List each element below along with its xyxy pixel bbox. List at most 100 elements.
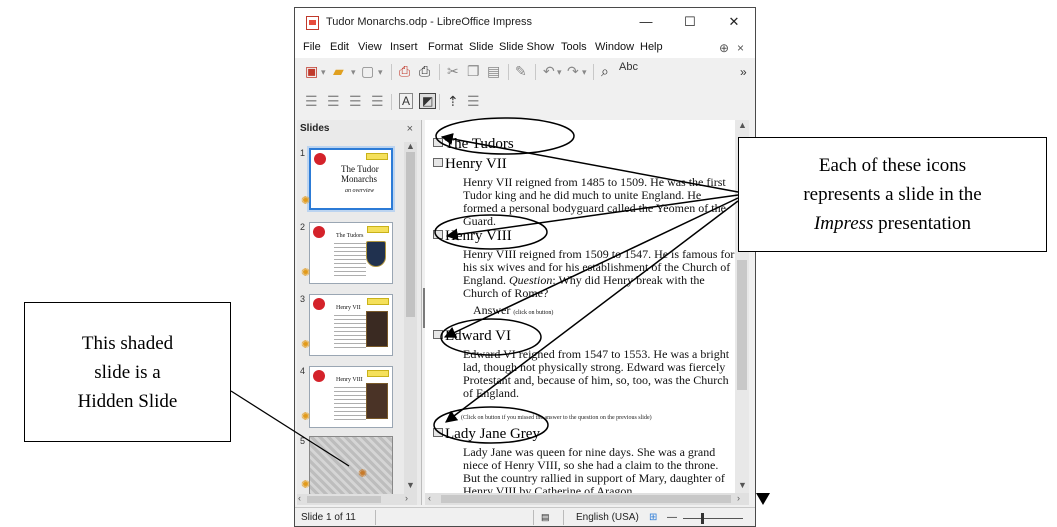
scroll-right-icon[interactable]: ›: [405, 493, 408, 503]
answer-note: (click on button): [513, 310, 554, 316]
callout-text: Impress presentation: [739, 209, 1046, 238]
outline-slide-body[interactable]: Edward VI reigned from 1547 to 1553. He …: [463, 348, 735, 400]
menu-tools[interactable]: Tools: [561, 41, 587, 53]
slide-thumbnail-4[interactable]: Henry VIII: [309, 366, 393, 428]
print-icon[interactable]: ⎙: [419, 63, 430, 80]
zoom-slider-track[interactable]: [683, 518, 743, 519]
callout-text: slide is a: [94, 362, 161, 383]
title-bar: Tudor Monarchs.odp - LibreOffice Impress…: [295, 8, 755, 38]
open-folder-icon[interactable]: ▰: [333, 63, 344, 80]
outline-slide-body[interactable]: Henry VIII reigned from 1509 to 1547. He…: [463, 248, 735, 300]
globe-icon[interactable]: ⊕: [719, 41, 729, 55]
menu-help[interactable]: Help: [640, 41, 663, 53]
cut-icon[interactable]: ✂: [447, 63, 459, 80]
paste-icon[interactable]: ▤: [487, 63, 500, 80]
dropdown-arrow-icon[interactable]: ▾: [557, 67, 562, 78]
menu-insert[interactable]: Insert: [390, 41, 418, 53]
dropdown-arrow-icon[interactable]: ▾: [582, 67, 587, 78]
scroll-down-icon[interactable]: ▼: [406, 480, 415, 490]
slides-pane-title: Slides: [300, 123, 330, 134]
outline-horizontal-scrollbar[interactable]: ‹ ›: [425, 493, 749, 505]
outline-slide-title[interactable]: The Tudors: [433, 136, 514, 153]
menu-file[interactable]: File: [303, 41, 321, 53]
document-modified-icon[interactable]: ▤: [541, 512, 550, 523]
close-document-icon[interactable]: ×: [737, 41, 744, 55]
button-tag: [367, 298, 389, 305]
find-replace-icon[interactable]: ⌕: [601, 63, 609, 80]
scroll-up-icon[interactable]: ▲: [738, 120, 747, 130]
move-down-icon[interactable]: ☰: [467, 93, 480, 110]
outline-slide-body[interactable]: Lady Jane was queen for nine days. She w…: [463, 446, 735, 494]
copy-icon[interactable]: ❐: [467, 63, 480, 80]
demote-icon[interactable]: ☰: [371, 93, 384, 110]
close-button[interactable]: ✕: [719, 12, 749, 32]
slide-thumbnail-2[interactable]: The Tudors: [309, 222, 393, 284]
scrollbar-thumb[interactable]: [441, 495, 731, 503]
first-level-icon[interactable]: ☰: [305, 93, 318, 110]
thumbnail-subtitle: an overview: [345, 188, 375, 194]
toolbar-separator: [593, 64, 594, 80]
slides-pane-close-icon[interactable]: ×: [407, 120, 413, 138]
dropdown-arrow-icon[interactable]: ▾: [378, 67, 383, 78]
fit-slide-icon[interactable]: ⊞: [649, 512, 657, 523]
outline-slide-title[interactable]: Edward VI: [433, 328, 511, 345]
status-bar: Slide 1 of 11 ▤ English (USA) ⊞ —: [295, 507, 755, 526]
outline-answer-line[interactable]: Answer (click on button): [473, 303, 553, 318]
menu-window[interactable]: Window: [595, 41, 634, 53]
scrollbar-thumb[interactable]: [307, 496, 381, 503]
formatting-on-off-icon[interactable]: A: [399, 93, 414, 109]
scroll-right-icon[interactable]: ›: [737, 493, 740, 503]
new-slide-icon[interactable]: ▣: [305, 63, 318, 80]
black-white-icon[interactable]: ◩: [419, 93, 437, 109]
scroll-down-icon[interactable]: ▼: [738, 480, 747, 490]
toolbar-separator: [439, 94, 440, 110]
slides-pane: Slides × 1 The Tudor Monarchs an overvie…: [297, 120, 422, 505]
outline-slide-title[interactable]: Henry VIII: [433, 228, 512, 245]
scroll-left-icon[interactable]: ‹: [428, 493, 431, 503]
undo-icon[interactable]: ↶: [543, 63, 555, 80]
slides-vertical-scrollbar[interactable]: ▲ ▼: [404, 141, 417, 494]
scroll-up-icon[interactable]: ▲: [406, 141, 415, 151]
all-levels-icon[interactable]: ☰: [327, 93, 340, 110]
slides-horizontal-scrollbar[interactable]: ‹ ›: [297, 493, 417, 505]
save-icon[interactable]: ▢: [361, 63, 374, 80]
menu-bar: File Edit View Insert Format Slide Slide…: [295, 38, 755, 58]
menu-view[interactable]: View: [358, 41, 382, 53]
dropdown-arrow-icon[interactable]: ▾: [351, 67, 356, 78]
language-status[interactable]: English (USA): [576, 512, 639, 523]
zoom-slider-handle[interactable]: [701, 513, 704, 524]
callout-tail: presentation: [873, 213, 972, 234]
menu-slide[interactable]: Slide: [469, 41, 493, 53]
toolbar-overflow-icon[interactable]: »: [740, 65, 747, 79]
clone-formatting-icon[interactable]: ✎: [515, 63, 527, 80]
redo-icon[interactable]: ↷: [567, 63, 579, 80]
scrollbar-thumb[interactable]: [737, 260, 747, 390]
slide-transition-icon: ✺: [301, 339, 311, 351]
maximize-button[interactable]: ☐: [675, 12, 705, 32]
tudor-rose-image: [313, 226, 325, 238]
menu-edit[interactable]: Edit: [330, 41, 349, 53]
tudor-rose-image: [313, 370, 325, 382]
portrait-image: [366, 311, 388, 347]
slide-thumbnail-3[interactable]: Henry VII: [309, 294, 393, 356]
menu-slide-show[interactable]: Slide Show: [499, 41, 554, 53]
spellcheck-icon[interactable]: Abc: [619, 61, 638, 73]
outline-slide-title[interactable]: Lady Jane Grey: [433, 426, 540, 443]
scrollbar-thumb[interactable]: [406, 152, 415, 317]
promote-icon[interactable]: ☰: [349, 93, 362, 110]
outline-slide-body[interactable]: Henry VII reigned from 1485 to 1509. He …: [463, 176, 735, 228]
zoom-out-icon[interactable]: —: [667, 512, 677, 523]
slide-icon: [433, 428, 443, 437]
slide-thumbnail-1[interactable]: The Tudor Monarchs an overview: [309, 148, 393, 210]
minimize-button[interactable]: —: [631, 12, 661, 32]
callout-text: Hidden Slide: [77, 391, 178, 412]
move-up-icon[interactable]: ⇡: [447, 93, 459, 110]
outline-pane[interactable]: The Tudors Henry VII Henry VII reigned f…: [425, 120, 735, 493]
slide-thumbnail-5-hidden[interactable]: ✺: [309, 436, 393, 498]
menu-format[interactable]: Format: [428, 41, 463, 53]
outline-slide-title[interactable]: Henry VII: [433, 156, 507, 173]
export-pdf-icon[interactable]: ⎙: [399, 63, 410, 80]
dropdown-arrow-icon[interactable]: ▾: [321, 67, 326, 78]
scroll-left-icon[interactable]: ‹: [298, 493, 301, 503]
thumbnail-text: [334, 243, 366, 277]
